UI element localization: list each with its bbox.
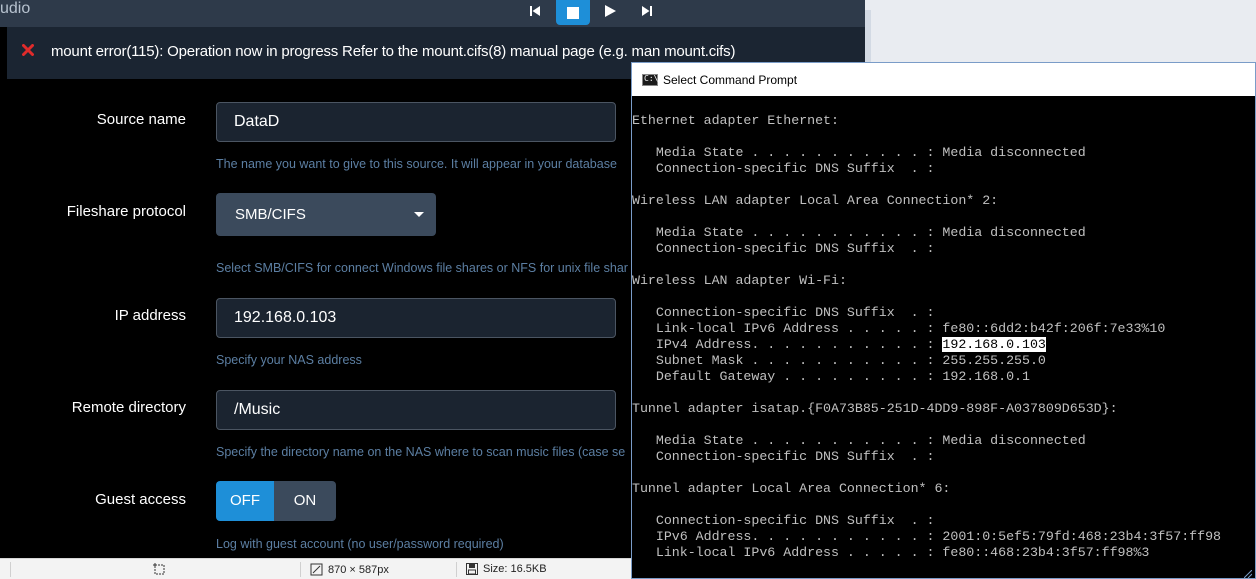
play-button[interactable] bbox=[594, 0, 626, 22]
skip-back-icon bbox=[530, 6, 540, 16]
resize-icon bbox=[310, 563, 323, 576]
top-bar: udio bbox=[0, 0, 865, 27]
app-title: udio bbox=[0, 0, 31, 17]
protocol-select[interactable]: SMB/CIFS bbox=[216, 193, 436, 236]
command-prompt-icon: C:\ bbox=[642, 74, 658, 86]
skip-forward-icon bbox=[642, 6, 652, 16]
console-line: Tunnel adapter Local Area Connection* 6: bbox=[632, 481, 951, 496]
console-line: Connection-specific DNS Suffix . : bbox=[632, 241, 935, 256]
command-prompt-window[interactable]: C:\ Select Command Prompt Ethernet adapt… bbox=[631, 62, 1256, 579]
ip-address-input[interactable]: 192.168.0.103 bbox=[216, 298, 616, 338]
console-line: IPv6 Address. . . . . . . . . . . : 2001… bbox=[632, 529, 1221, 544]
console-line: Wireless LAN adapter Wi-Fi: bbox=[632, 273, 847, 288]
guest-access-toggle[interactable]: OFF ON bbox=[216, 481, 336, 521]
screen: udio mount error(115): Operation now in … bbox=[0, 0, 1256, 579]
console-line: Link-local IPv6 Address . . . . . : fe80… bbox=[632, 321, 1166, 336]
status-bar: 870 × 587px Size: 16.5KB bbox=[0, 558, 632, 579]
protocol-label: Fileshare protocol bbox=[66, 203, 186, 220]
stop-icon bbox=[567, 6, 579, 19]
selection-tool[interactable] bbox=[153, 563, 166, 576]
skip-back-button[interactable] bbox=[519, 0, 551, 22]
console-line: Ethernet adapter Ethernet: bbox=[632, 113, 839, 128]
console-line: Connection-specific DNS Suffix . : bbox=[632, 305, 935, 320]
dimensions-text: 870 × 587px bbox=[328, 563, 389, 576]
guest-access-help: Log with guest account (no user/password… bbox=[216, 537, 504, 551]
console-line: Wireless LAN adapter Local Area Connecti… bbox=[632, 193, 999, 208]
source-name-label: Source name bbox=[96, 111, 186, 128]
remote-directory-label: Remote directory bbox=[71, 399, 186, 416]
ip-address-label: IP address bbox=[114, 307, 186, 324]
source-name-help: The name you want to give to this source… bbox=[216, 157, 617, 171]
ip-address-help: Specify your NAS address bbox=[216, 353, 362, 367]
background-window-edge bbox=[865, 10, 871, 62]
console-line: Media State . . . . . . . . . . . : Medi… bbox=[632, 145, 1086, 160]
console-output: Ethernet adapter Ethernet: Media State .… bbox=[632, 96, 1255, 578]
status-divider bbox=[10, 562, 11, 577]
status-divider bbox=[300, 562, 301, 577]
window-title: Select Command Prompt bbox=[663, 73, 798, 87]
status-divider bbox=[456, 562, 457, 577]
skip-forward-button[interactable] bbox=[631, 0, 663, 22]
protocol-help: Select SMB/CIFS for connect Windows file… bbox=[216, 261, 628, 275]
guest-access-label: Guest access bbox=[95, 491, 186, 508]
remote-directory-input[interactable]: /Music bbox=[216, 390, 616, 430]
console-line: Link-local IPv6 Address . . . . . : fe80… bbox=[632, 545, 1150, 560]
guest-off-option[interactable]: OFF bbox=[216, 481, 274, 521]
console-line: Connection-specific DNS Suffix . : bbox=[632, 513, 935, 528]
console-line: Connection-specific DNS Suffix . : bbox=[632, 449, 935, 464]
guest-on-option[interactable]: ON bbox=[274, 481, 336, 521]
console-line: IPv4 Address. . . . . . . . . . . : 192.… bbox=[632, 337, 1046, 352]
console-line: Media State . . . . . . . . . . . : Medi… bbox=[632, 225, 1086, 240]
console-line: Subnet Mask . . . . . . . . . . . : 255.… bbox=[632, 353, 1046, 368]
remote-directory-help: Specify the directory name on the NAS wh… bbox=[216, 445, 626, 459]
play-icon bbox=[605, 5, 616, 17]
dimensions-status: 870 × 587px bbox=[310, 563, 389, 576]
resize-grip-icon bbox=[1244, 570, 1252, 578]
save-icon bbox=[466, 563, 478, 575]
size-text: Size: 16.5KB bbox=[483, 563, 547, 575]
background-window bbox=[865, 0, 1256, 62]
size-status: Size: 16.5KB bbox=[466, 563, 547, 575]
console-line: Media State . . . . . . . . . . . : Medi… bbox=[632, 433, 1086, 448]
command-prompt-titlebar[interactable]: C:\ Select Command Prompt bbox=[632, 63, 1255, 96]
source-name-input[interactable]: DataD bbox=[216, 102, 616, 142]
console-line: Tunnel adapter isatap.{F0A73B85-251D-4DD… bbox=[632, 401, 1118, 416]
console-line: Connection-specific DNS Suffix . : bbox=[632, 161, 935, 176]
caret-down-icon bbox=[414, 212, 424, 217]
error-message: mount error(115): Operation now in progr… bbox=[51, 43, 736, 60]
highlighted-ip: 192.168.0.103 bbox=[942, 337, 1046, 352]
close-icon bbox=[22, 44, 34, 56]
console-line: Default Gateway . . . . . . . . . : 192.… bbox=[632, 369, 1030, 384]
stop-button[interactable] bbox=[556, 0, 590, 25]
protocol-value: SMB/CIFS bbox=[235, 206, 306, 223]
selection-icon bbox=[153, 563, 165, 575]
